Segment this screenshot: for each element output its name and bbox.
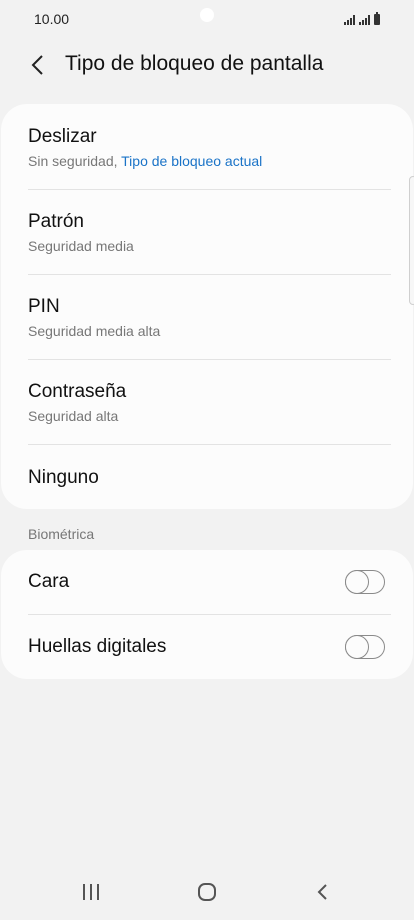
lock-option-subtitle: Seguridad media <box>28 238 134 254</box>
nav-back-button[interactable] <box>303 876 343 908</box>
toggle-knob <box>344 634 369 659</box>
battery-icon <box>374 12 380 25</box>
lock-option-title: Deslizar <box>28 126 97 147</box>
lock-option-title: Contraseña <box>28 381 127 402</box>
lock-option-contrasena[interactable]: Contraseña Seguridad alta <box>28 359 391 444</box>
lock-types-card: Deslizar Sin seguridad, Tipo de bloqueo … <box>1 104 413 509</box>
lock-option-subtitle: Seguridad media alta <box>28 323 161 339</box>
scrollbar[interactable] <box>409 176 414 305</box>
biometric-item-huellas[interactable]: Huellas digitales <box>28 615 391 679</box>
chevron-left-icon <box>31 55 43 75</box>
home-icon <box>198 883 216 901</box>
biometric-title: Huellas digitales <box>28 636 167 657</box>
toggle-huellas[interactable] <box>344 634 385 659</box>
recent-apps-icon <box>83 884 99 900</box>
lock-option-deslizar[interactable]: Deslizar Sin seguridad, Tipo de bloqueo … <box>28 104 391 189</box>
camera-cutout <box>200 8 214 22</box>
biometric-title: Cara <box>28 571 70 592</box>
biometric-item-cara[interactable]: Cara <box>28 550 391 614</box>
security-level: Sin seguridad, <box>28 153 122 169</box>
lock-option-ninguno[interactable]: Ninguno <box>28 444 391 509</box>
back-icon <box>317 884 327 900</box>
biometrics-card: Cara Huellas digitales <box>1 550 413 679</box>
lock-option-subtitle: Sin seguridad, Tipo de bloqueo actual <box>28 153 262 169</box>
status-icons <box>344 11 380 25</box>
toggle-knob <box>344 569 369 594</box>
navigation-bar <box>0 864 414 920</box>
lock-option-title: Ninguno <box>28 467 99 488</box>
status-time: 10.00 <box>34 11 70 27</box>
header: Tipo de bloqueo de pantalla <box>0 38 414 92</box>
status-bar: 10.00 <box>0 0 414 38</box>
lock-option-title: PIN <box>28 296 60 317</box>
toggle-cara[interactable] <box>344 569 385 594</box>
signal-icon <box>344 15 355 25</box>
signal-icon <box>359 15 370 25</box>
lock-option-title: Patrón <box>28 211 84 232</box>
section-label-biometrics: Biométrica <box>28 526 95 542</box>
lock-option-subtitle: Seguridad alta <box>28 408 119 424</box>
lock-option-pin[interactable]: PIN Seguridad media alta <box>28 274 391 359</box>
page-title: Tipo de bloqueo de pantalla <box>65 52 324 75</box>
back-button[interactable] <box>20 47 56 83</box>
lock-option-patron[interactable]: Patrón Seguridad media <box>28 189 391 274</box>
home-button[interactable] <box>187 876 227 908</box>
recent-apps-button[interactable] <box>71 876 111 908</box>
current-lock-label: Tipo de bloqueo actual <box>121 153 263 169</box>
